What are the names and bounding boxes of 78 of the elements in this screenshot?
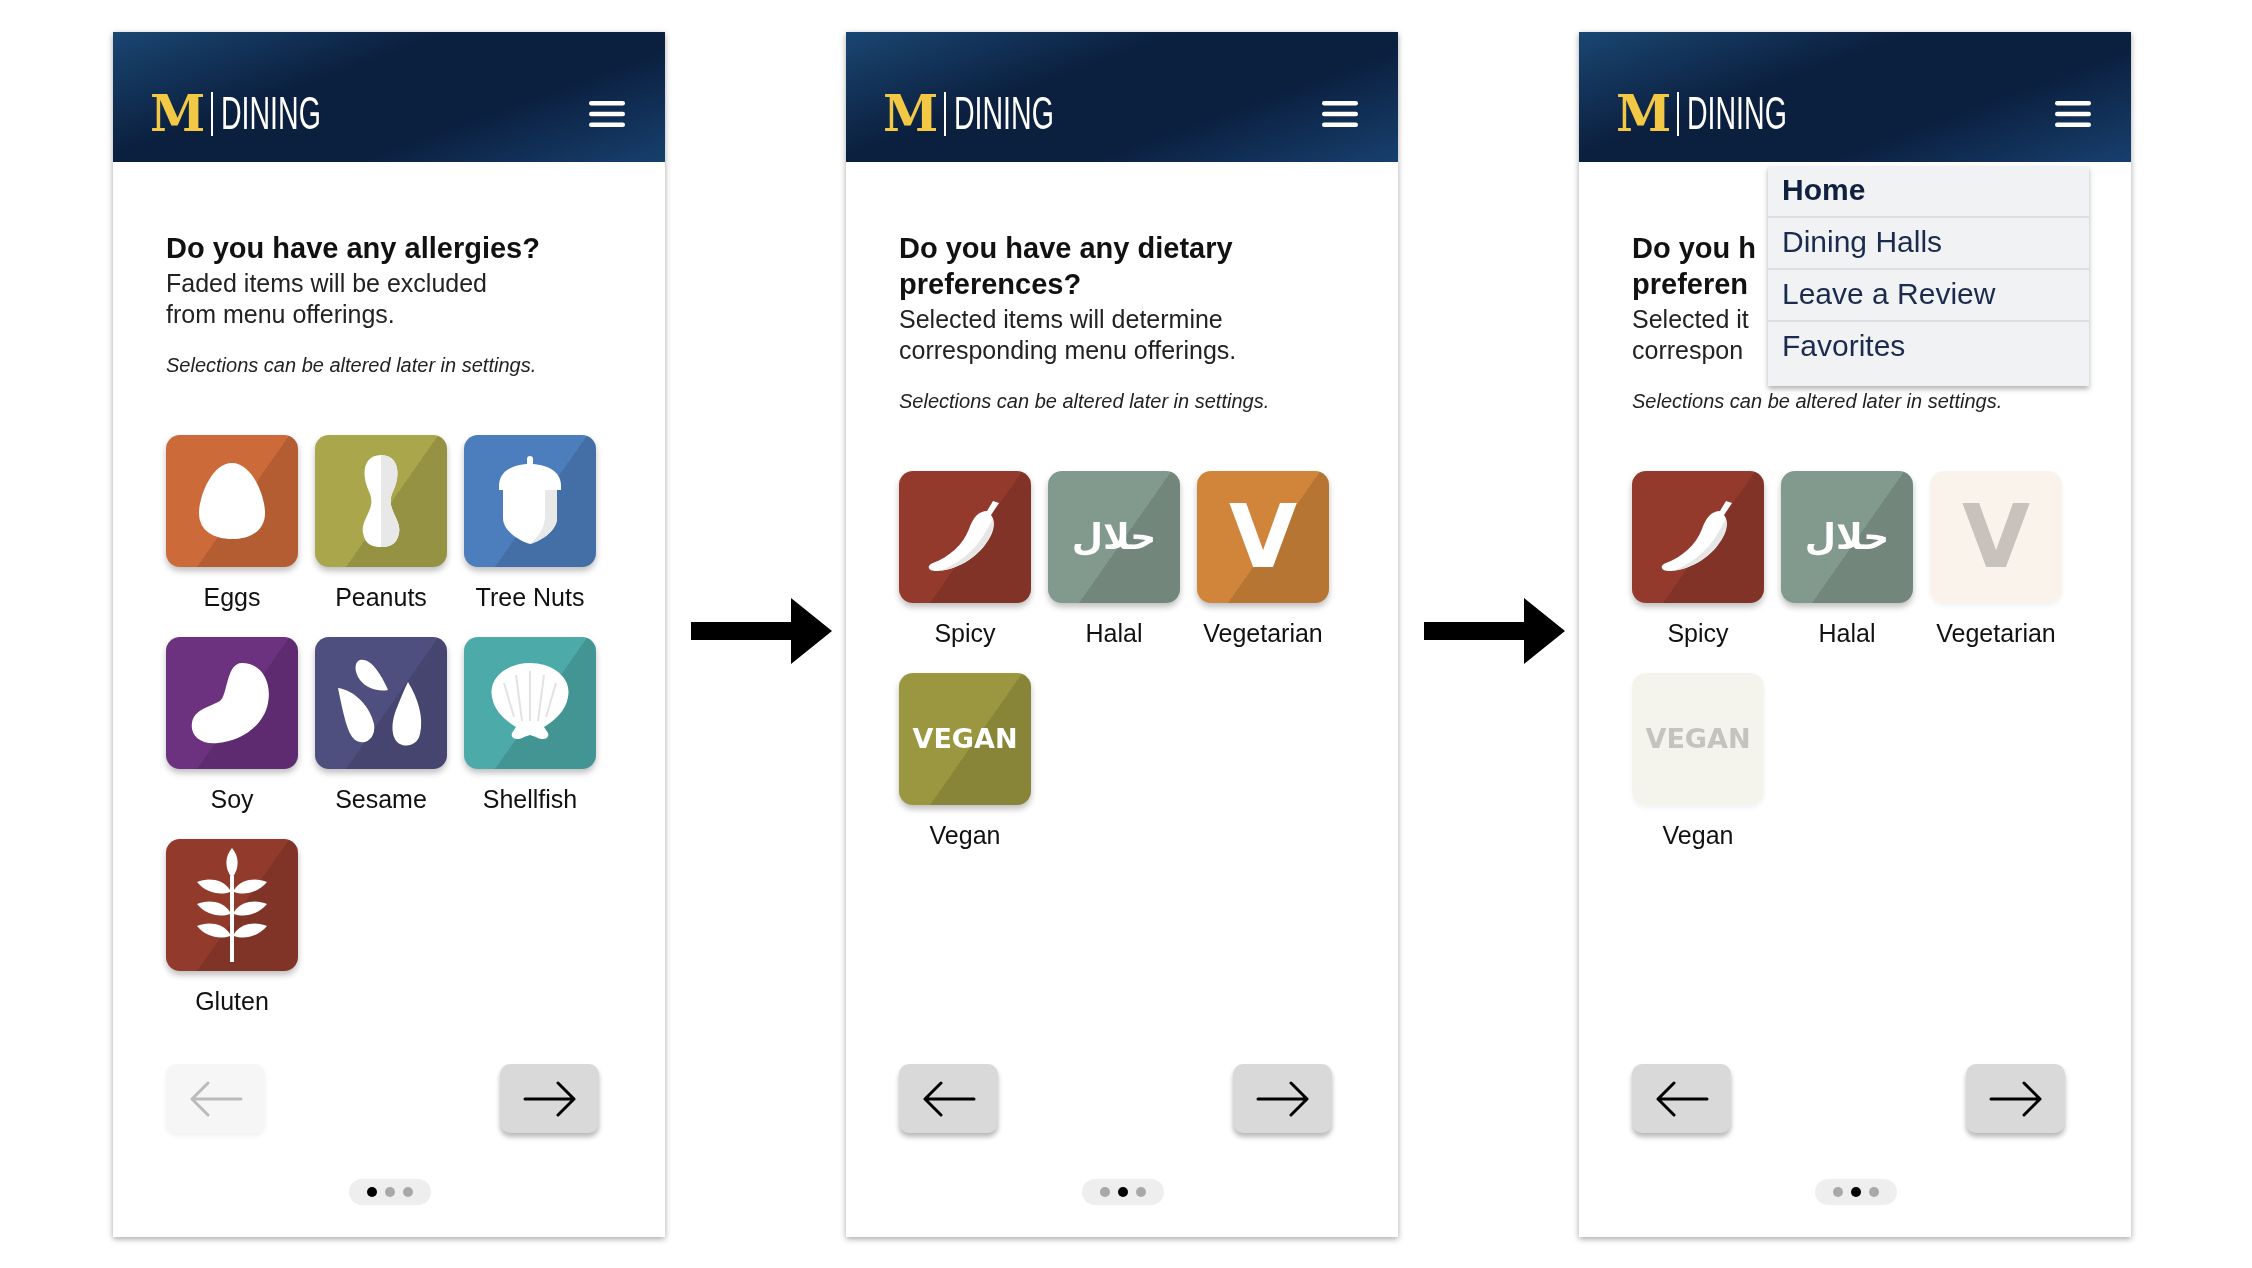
left-arrow-icon <box>921 1080 976 1117</box>
option-label: Eggs <box>203 582 261 613</box>
logo-text: DINING <box>954 86 1055 142</box>
page-dot[interactable] <box>1135 1187 1146 1197</box>
option-tile[interactable] <box>166 839 298 971</box>
settings-note: Selections can be altered later in settings. <box>899 390 1271 413</box>
logo-mark: M <box>883 89 937 139</box>
logo-text: DINING <box>1687 86 1788 142</box>
option-tile[interactable]: حلال <box>1048 471 1180 603</box>
question-description: Faded items will be excluded from menu offerings. <box>166 268 487 330</box>
option-label: Vegan <box>1662 820 1734 851</box>
menu-icon <box>589 101 625 127</box>
question-title: Do you h preferen <box>1632 231 1757 302</box>
option-tile[interactable] <box>1632 471 1764 603</box>
page-dot[interactable] <box>1099 1187 1110 1197</box>
page-dot[interactable] <box>384 1187 395 1197</box>
menu-item[interactable]: Dining Halls <box>1768 218 2089 270</box>
logo-text: DINING <box>221 86 322 142</box>
page-dot[interactable] <box>402 1187 413 1197</box>
option-label: Vegetarian <box>1936 618 2056 649</box>
option-label: Shellfish <box>482 784 578 815</box>
menu-button[interactable] <box>2055 101 2091 127</box>
wheat-icon <box>197 848 267 962</box>
arrow-icon <box>691 597 832 664</box>
option-label: Sesame <box>335 784 427 815</box>
option-label: Gluten <box>195 986 269 1017</box>
page-dot[interactable] <box>1832 1187 1843 1197</box>
peanut-icon <box>361 453 401 549</box>
page-dot[interactable] <box>1868 1187 1879 1197</box>
next-button[interactable] <box>1966 1064 2065 1133</box>
option-label: Peanuts <box>335 582 427 613</box>
settings-note: Selections can be altered later in settings. <box>166 354 538 377</box>
logo-mark: M <box>150 89 204 139</box>
logo-mark: M <box>1616 89 1670 139</box>
egg-icon <box>197 461 267 541</box>
menu-button[interactable] <box>1322 101 1358 127</box>
option-label: Vegan <box>929 820 1001 851</box>
option-label: Halal <box>1085 618 1143 649</box>
menu-item[interactable]: Favorites <box>1768 322 2089 372</box>
option-tile[interactable]: حلال <box>1781 471 1913 603</box>
option-tile[interactable]: V <box>1197 471 1329 603</box>
menu-item[interactable]: Leave a Review <box>1768 270 2089 322</box>
next-button[interactable] <box>500 1064 599 1133</box>
option-label: Halal <box>1818 618 1876 649</box>
question-title: Do you have any dietary preferences? <box>899 231 1233 302</box>
option-label: Soy <box>210 784 254 815</box>
back-button[interactable] <box>1632 1064 1731 1133</box>
page-dot[interactable] <box>366 1187 377 1197</box>
question-description: Selected it correspon <box>1632 304 1749 366</box>
option-label: Tree Nuts <box>475 582 585 613</box>
next-button[interactable] <box>1233 1064 1332 1133</box>
option-tile[interactable] <box>464 435 596 567</box>
page-dot[interactable] <box>1117 1187 1128 1197</box>
right-arrow-icon <box>1255 1080 1310 1117</box>
arrow-icon <box>1424 597 1565 664</box>
question-title: Do you have any allergies? <box>166 231 540 266</box>
left-arrow-icon <box>188 1080 243 1117</box>
left-arrow-icon <box>1654 1080 1709 1117</box>
right-arrow-icon <box>1988 1080 2043 1117</box>
page-dot[interactable] <box>1850 1187 1861 1197</box>
menu-button[interactable] <box>589 101 625 127</box>
option-tile[interactable] <box>899 471 1031 603</box>
option-tile[interactable] <box>315 637 447 769</box>
option-tile[interactable] <box>315 435 447 567</box>
option-label: Spicy <box>934 618 996 649</box>
option-label: Vegetarian <box>1203 618 1323 649</box>
menu-icon <box>2055 101 2091 127</box>
menu-icon <box>1322 101 1358 127</box>
option-tile[interactable] <box>464 637 596 769</box>
right-arrow-icon <box>522 1080 577 1117</box>
option-tile[interactable] <box>166 435 298 567</box>
option-tile[interactable] <box>166 637 298 769</box>
menu-item[interactable]: Home <box>1768 166 2089 218</box>
option-tile[interactable]: VEGAN <box>899 673 1031 805</box>
question-description: Selected items will determine corresponding menu offerings. <box>899 304 1237 366</box>
settings-note: Selections can be altered later in settings. <box>1632 390 2004 413</box>
option-label: Spicy <box>1667 618 1729 649</box>
back-button[interactable] <box>899 1064 998 1133</box>
